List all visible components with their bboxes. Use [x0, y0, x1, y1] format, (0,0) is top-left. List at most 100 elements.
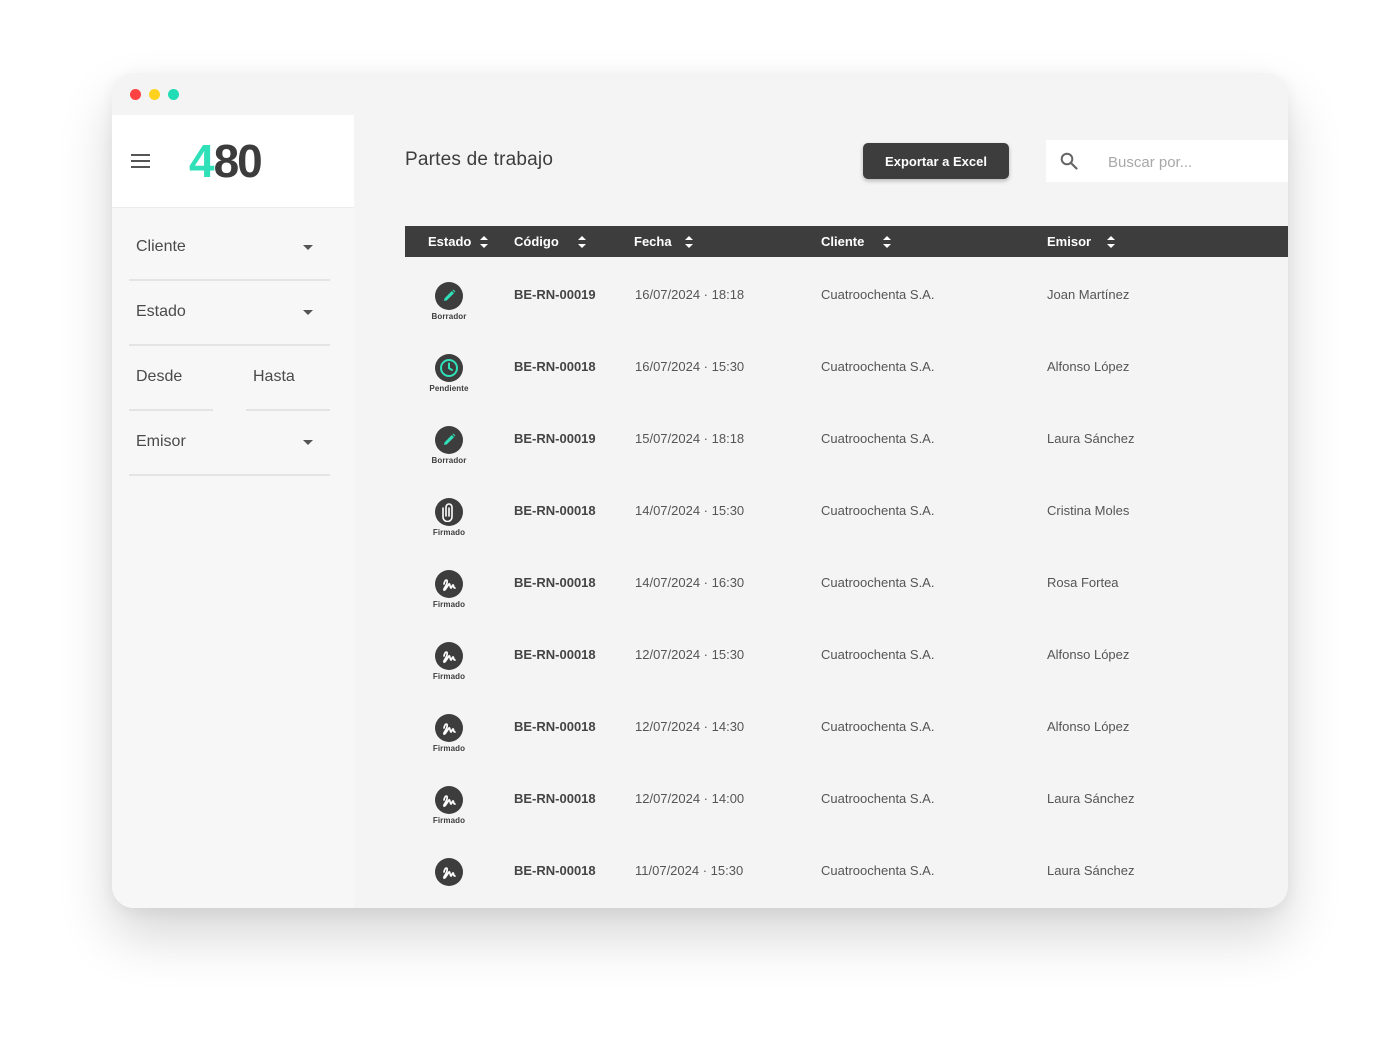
status-label: Firmado: [432, 528, 466, 537]
signature-icon: [435, 570, 463, 598]
date-cell: 14/07/2024 · 15:30: [635, 503, 745, 518]
issuer-cell: Laura Sánchez: [1047, 863, 1135, 878]
client-cell: Cuatroochenta S.A.: [821, 575, 935, 590]
status-badge: Firmado: [419, 714, 479, 753]
sort-icon[interactable]: [1107, 235, 1116, 248]
status-label: Firmado: [432, 744, 466, 753]
signature-icon: [435, 786, 463, 814]
desde-field-label: Desde: [136, 368, 183, 385]
status-badge: Firmado: [419, 570, 479, 609]
logo[interactable]: 4 80: [189, 135, 263, 187]
emisor-filter[interactable]: Emisor: [129, 424, 330, 476]
table-row[interactable]: Firmado BE-RN-00018 12/07/2024 · 15:30 Cuat…: [405, 632, 1288, 704]
menu-icon[interactable]: [131, 154, 150, 168]
client-cell: Cuatroochenta S.A.: [821, 863, 935, 878]
search-input[interactable]: [1106, 151, 1280, 173]
column-header-fecha[interactable]: Fecha: [634, 226, 693, 257]
code-cell: BE-RN-00019: [514, 431, 596, 446]
column-header-label: Estado: [428, 234, 472, 249]
close-window-button[interactable]: [130, 89, 141, 100]
status-label: Borrador: [431, 456, 467, 465]
search-icon: [1060, 152, 1078, 170]
clock-icon: [435, 354, 463, 382]
date-cell: 14/07/2024 · 16:30: [635, 575, 745, 590]
issuer-cell: Laura Sánchez: [1047, 791, 1135, 806]
sort-icon[interactable]: [577, 235, 586, 248]
minimize-window-button[interactable]: [149, 89, 160, 100]
sort-icon[interactable]: [480, 235, 489, 248]
cliente-filter[interactable]: Cliente: [129, 229, 330, 281]
table-row[interactable]: BE-RN-00018 11/07/2024 · 15:30 Cuatroochen…: [405, 848, 1288, 908]
column-header-label: Código: [514, 234, 559, 249]
desde-field[interactable]: Desde: [129, 359, 213, 411]
sidebar: 4 80 Cliente Estado Desde Hasta Emisor: [112, 115, 354, 908]
status-badge: Pendiente: [419, 354, 479, 393]
issuer-cell: Rosa Fortea: [1047, 575, 1119, 590]
sort-icon[interactable]: [883, 235, 892, 248]
date-cell: 12/07/2024 · 15:30: [635, 647, 745, 662]
table-row[interactable]: Firmado BE-RN-00018 12/07/2024 · 14:30 Cuat…: [405, 704, 1288, 776]
status-label: Pendiente: [429, 384, 469, 393]
code-cell: BE-RN-00018: [514, 791, 596, 806]
client-cell: Cuatroochenta S.A.: [821, 359, 935, 374]
sort-icon[interactable]: [684, 235, 693, 248]
column-header-label: Cliente: [821, 234, 865, 249]
client-cell: Cuatroochenta S.A.: [821, 503, 935, 518]
maximize-window-button[interactable]: [168, 89, 179, 100]
column-header-codigo[interactable]: Código: [514, 226, 586, 257]
code-cell: BE-RN-00018: [514, 503, 596, 518]
column-header-label: Emisor: [1047, 234, 1092, 249]
status-badge: Borrador: [419, 426, 479, 465]
client-cell: Cuatroochenta S.A.: [821, 287, 935, 302]
issuer-cell: Laura Sánchez: [1047, 431, 1135, 446]
code-cell: BE-RN-00018: [514, 863, 596, 878]
cliente-filter-label: Cliente: [136, 238, 186, 255]
code-cell: BE-RN-00018: [514, 719, 596, 734]
logo-eighty: 80: [213, 135, 263, 187]
status-badge: Firmado: [419, 642, 479, 681]
pencil-icon: [435, 282, 463, 310]
app-window: 4 80 Cliente Estado Desde Hasta Emisor P…: [112, 73, 1288, 908]
date-cell: 15/07/2024 · 18:18: [635, 431, 745, 446]
table-row[interactable]: Firmado BE-RN-00018 12/07/2024 · 14:00 Cuat…: [405, 776, 1288, 848]
table-row[interactable]: Borrador BE-RN-00019 16/07/2024 · 18:18 Cua…: [405, 272, 1288, 344]
table-header: Estado Código Fecha Cliente Emisor: [405, 226, 1288, 257]
date-cell: 16/07/2024 · 18:18: [635, 287, 745, 302]
issuer-cell: Alfonso López: [1047, 647, 1130, 662]
chevron-down-icon: [303, 310, 313, 315]
code-cell: BE-RN-00018: [514, 359, 596, 374]
table-row[interactable]: Firmado BE-RN-00018 14/07/2024 · 15:30 Cuat…: [405, 488, 1288, 560]
pencil-icon: [435, 426, 463, 454]
export-excel-button[interactable]: Exportar a Excel: [863, 143, 1009, 179]
estado-filter-label: Estado: [136, 303, 186, 320]
table-row[interactable]: Firmado BE-RN-00018 14/07/2024 · 16:30 Cuat…: [405, 560, 1288, 632]
column-header-cliente[interactable]: Cliente: [821, 226, 892, 257]
status-label: Borrador: [431, 312, 467, 321]
table-row[interactable]: Pendiente BE-RN-00018 16/07/2024 · 15:30 Cu…: [405, 344, 1288, 416]
window-titlebar: [112, 73, 1288, 115]
date-cell: 12/07/2024 · 14:30: [635, 719, 745, 734]
table-row[interactable]: Borrador BE-RN-00019 15/07/2024 · 18:18 Cua…: [405, 416, 1288, 488]
client-cell: Cuatroochenta S.A.: [821, 647, 935, 662]
page-title: Partes de trabajo: [405, 149, 554, 170]
column-header-label: Fecha: [634, 234, 672, 249]
status-badge: Borrador: [419, 282, 479, 321]
column-header-estado[interactable]: Estado: [428, 226, 489, 257]
estado-filter[interactable]: Estado: [129, 294, 330, 346]
logo-four: 4: [189, 135, 215, 187]
emisor-filter-label: Emisor: [136, 433, 186, 450]
status-label: Firmado: [432, 600, 466, 609]
status-label: Firmado: [432, 672, 466, 681]
issuer-cell: Alfonso López: [1047, 719, 1130, 734]
status-badge: Firmado: [419, 498, 479, 537]
hasta-field[interactable]: Hasta: [246, 359, 330, 411]
chevron-down-icon: [303, 440, 313, 445]
brand-header: 4 80: [112, 115, 354, 208]
code-cell: BE-RN-00019: [514, 287, 596, 302]
client-cell: Cuatroochenta S.A.: [821, 719, 935, 734]
status-badge: Firmado: [419, 786, 479, 825]
code-cell: BE-RN-00018: [514, 575, 596, 590]
column-header-emisor[interactable]: Emisor: [1047, 226, 1116, 257]
search-box[interactable]: [1046, 140, 1288, 182]
issuer-cell: Cristina Moles: [1047, 503, 1130, 518]
